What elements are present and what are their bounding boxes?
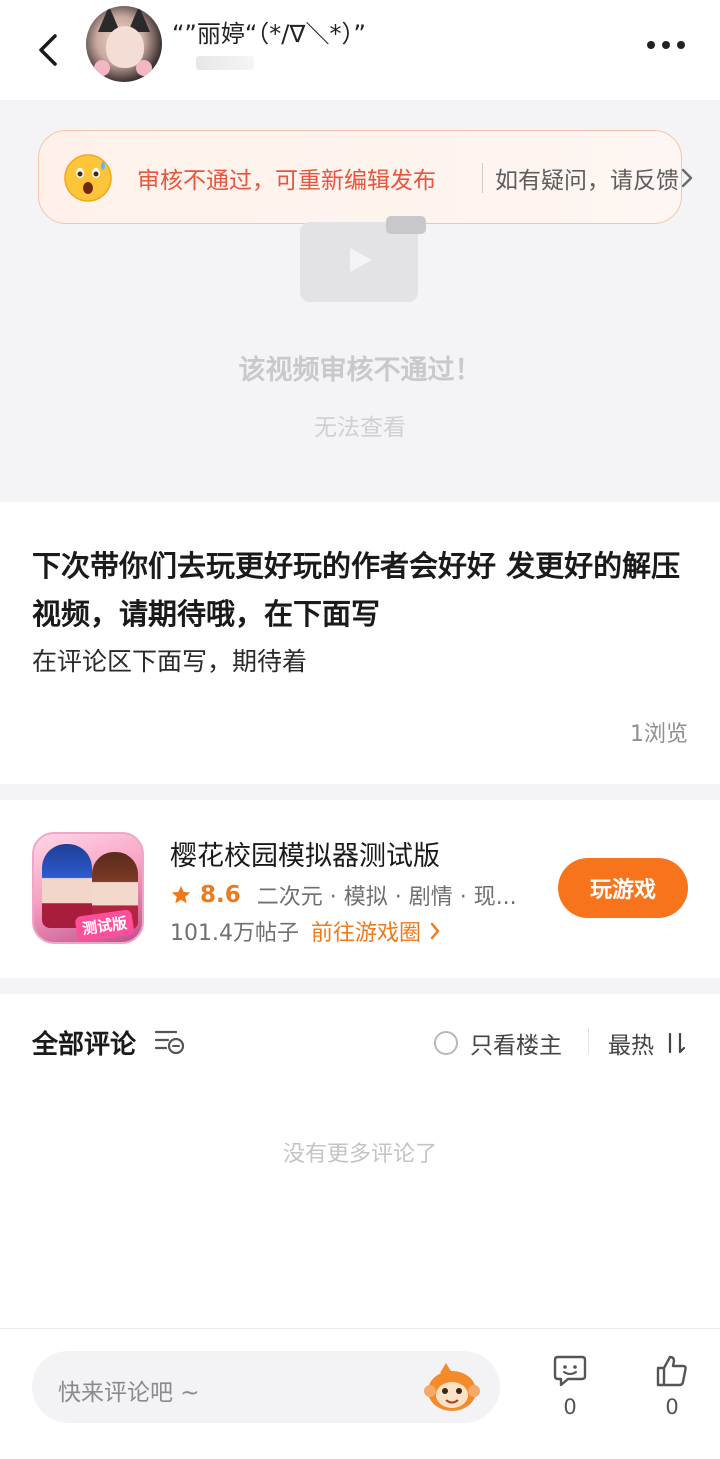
comment-placeholder: 快来评论吧 ~ — [58, 1380, 200, 1406]
feedback-link[interactable]: 如有疑问，请反馈 — [495, 161, 679, 195]
game-card[interactable]: 测试版 樱花校园模拟器测试版 8.6 二次元 · 模拟 · 剧情 · 现... … — [0, 800, 720, 978]
user-subtitle-blurred — [196, 56, 254, 70]
game-post-count: 101.4万帖子 — [170, 921, 299, 946]
bottom-bar: 快来评论吧 ~ 0 0 — [0, 1328, 720, 1459]
game-icon[interactable]: 测试版 — [32, 832, 144, 944]
section-divider — [0, 784, 720, 800]
comments-title: 全部评论 — [32, 1030, 137, 1060]
play-game-button[interactable]: 玩游戏 — [558, 858, 688, 918]
video-placeholder-icon — [300, 216, 426, 302]
game-rating-row: 8.6 二次元 · 模拟 · 剧情 · 现... — [170, 880, 517, 910]
op-only-label: 只看楼主 — [470, 1033, 562, 1059]
sort-divider — [588, 1028, 589, 1054]
comment-action[interactable]: 0 — [540, 1353, 600, 1433]
chevron-right-icon — [681, 168, 693, 188]
view-count: 1浏览 — [630, 722, 688, 747]
top-bar: “”丽婷“（*/∇＼*）” — [0, 0, 720, 100]
username[interactable]: “”丽婷“（*/∇＼*）” — [172, 14, 366, 49]
comment-bubble-icon — [553, 1355, 587, 1387]
review-notice-message: 审核不通过，可重新编辑发布 — [137, 168, 436, 194]
more-dots-icon — [647, 41, 655, 49]
shocked-face-icon — [64, 154, 112, 202]
section-divider — [0, 978, 720, 994]
comment-count: 0 — [563, 1395, 577, 1419]
filter-icon[interactable] — [154, 1028, 186, 1056]
chevron-right-icon — [430, 922, 440, 940]
notice-divider — [482, 163, 483, 193]
game-circle-link[interactable]: 前往游戏圈 — [311, 915, 441, 947]
back-button[interactable] — [28, 28, 68, 72]
star-icon — [171, 885, 191, 904]
more-button[interactable] — [636, 28, 696, 62]
post-body: 在评论区下面写，期待着 — [32, 647, 308, 676]
no-more-comments: 没有更多评论了 — [282, 1142, 437, 1167]
game-name[interactable]: 樱花校园模拟器测试版 — [170, 834, 440, 873]
game-score: 8.6 — [200, 882, 241, 908]
op-only-toggle[interactable]: 只看楼主 — [434, 1026, 562, 1060]
sort-icon — [668, 1032, 686, 1054]
like-count: 0 — [665, 1395, 679, 1419]
game-meta-row: 101.4万帖子 前往游戏圈 — [170, 916, 441, 946]
game-circle-link-label: 前往游戏圈 — [310, 921, 421, 946]
sort-hot-button[interactable]: 最热 — [608, 1026, 686, 1060]
video-error-subtitle: 无法查看 — [314, 415, 406, 441]
like-action[interactable]: 0 — [642, 1353, 702, 1433]
review-notice-banner[interactable]: 审核不通过，可重新编辑发布 如有疑问，请反馈 — [38, 130, 693, 224]
avatar[interactable] — [86, 6, 162, 82]
sort-label: 最热 — [608, 1033, 654, 1059]
post-title: 下次带你们去玩更好玩的作者会好好 发更好的解压视频，请期待哦，在下面写 — [32, 549, 681, 631]
game-tags: 二次元 · 模拟 · 剧情 · 现... — [256, 885, 517, 910]
radio-unchecked-icon[interactable] — [434, 1031, 458, 1055]
comments-section: 全部评论 只看楼主 最热 没有更多评论了 — [0, 994, 720, 1328]
post-content: 下次带你们去玩更好玩的作者会好好 发更好的解压视频，请期待哦，在下面写 在评论区… — [0, 502, 720, 784]
video-area: 审核不通过，可重新编辑发布 如有疑问，请反馈 该视频审核不通过！ 无法查看 — [0, 100, 720, 502]
comment-input[interactable]: 快来评论吧 ~ — [32, 1351, 500, 1423]
chevron-left-icon — [39, 34, 57, 66]
video-error-title: 该视频审核不通过！ — [238, 355, 482, 386]
monkey-mascot-icon[interactable] — [424, 1361, 480, 1413]
thumbs-up-icon — [656, 1355, 687, 1387]
